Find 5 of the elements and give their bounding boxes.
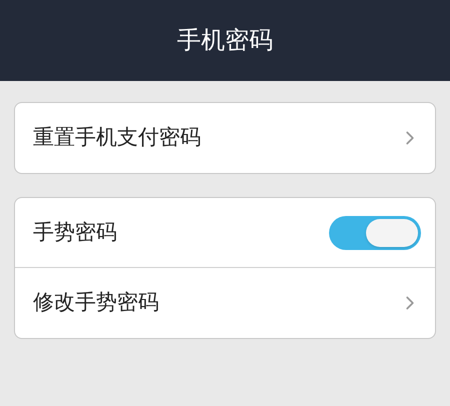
toggle-switch[interactable] xyxy=(329,216,421,250)
row-label: 手势密码 xyxy=(33,220,117,246)
row-label: 重置手机支付密码 xyxy=(33,125,201,152)
row-label: 修改手势密码 xyxy=(33,290,159,316)
page-title: 手机密码 xyxy=(177,26,273,56)
